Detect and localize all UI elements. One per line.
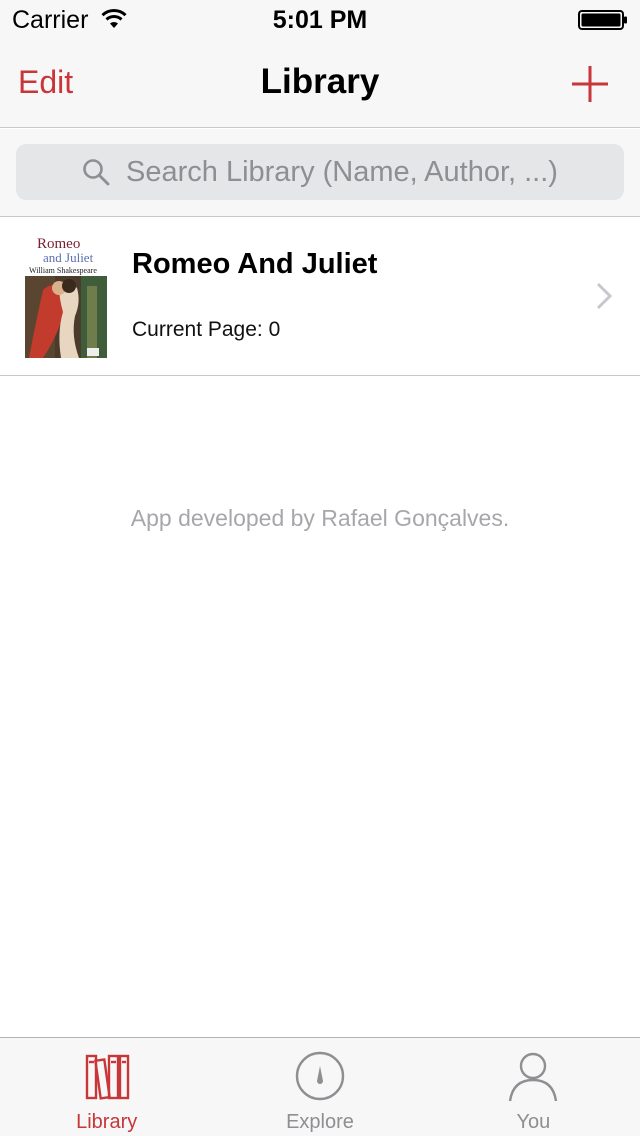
book-current-page: Current Page: 0 [132,318,281,341]
tab-label-explore: Explore [286,1111,354,1133]
tab-library[interactable]: Library [0,1038,213,1136]
book-cover-image: Romeo and Juliet William Shakespeare [25,236,107,358]
search-bar: Search Library (Name, Author, ...) [0,129,640,217]
tab-label-you: You [516,1111,551,1133]
navigation-bar: Edit Library [0,40,640,128]
tab-bar: Library Explore You [0,1037,640,1136]
person-icon [509,1052,558,1102]
tab-you[interactable]: You [427,1038,640,1136]
compass-icon [295,1051,345,1101]
book-title: Romeo And Juliet [132,248,378,280]
search-placeholder: Search Library (Name, Author, ...) [126,156,558,188]
tab-explore[interactable]: Explore [213,1038,426,1136]
chevron-right-icon [596,282,612,310]
tab-label-library: Library [76,1111,138,1133]
battery-icon [578,10,627,30]
status-time: 5:01 PM [272,6,368,34]
search-icon [83,159,110,186]
search-input[interactable]: Search Library (Name, Author, ...) [16,144,624,200]
page-title: Library [260,62,380,101]
plus-icon[interactable] [570,64,610,104]
developer-credit: App developed by Rafael Gonçalves. [130,505,510,531]
list-item[interactable]: Romeo and Juliet William Shakespeare Rom… [0,218,640,376]
cover-author: William Shakespeare [29,266,97,275]
library-icon [85,1054,129,1100]
status-bar: Carrier 5:01 PM [0,0,640,40]
cover-title-line2: and Juliet [43,250,94,265]
cover-painting [25,276,107,358]
